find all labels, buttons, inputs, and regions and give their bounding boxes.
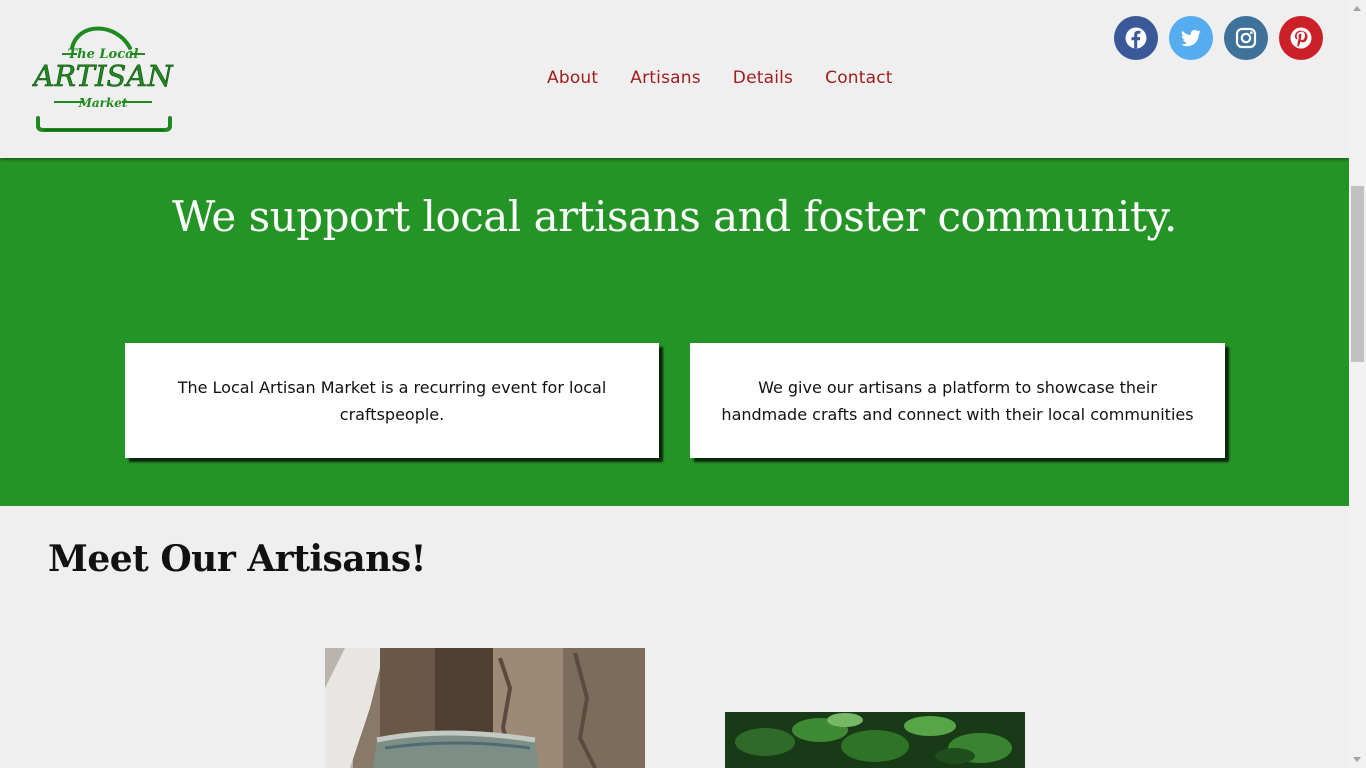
- logo-graphic: The Local ARTISAN Market: [30, 26, 175, 132]
- pinterest-icon[interactable]: [1279, 16, 1323, 60]
- scroll-up-arrow-icon[interactable]: [1353, 6, 1361, 11]
- info-card-text: We give our artisans a platform to showc…: [721, 377, 1194, 424]
- facebook-icon[interactable]: [1114, 16, 1158, 60]
- nav-artisans[interactable]: Artisans: [630, 68, 701, 88]
- logo-line3: Market: [78, 96, 128, 110]
- nav-contact[interactable]: Contact: [825, 68, 893, 88]
- twitter-glyph: [1180, 29, 1201, 47]
- info-card: We give our artisans a platform to showc…: [690, 343, 1225, 458]
- pinterest-glyph: [1290, 27, 1312, 49]
- site-header: The Local ARTISAN Market About Artisans …: [0, 0, 1349, 158]
- meet-artisans-title: Meet Our Artisans!: [48, 538, 426, 580]
- instagram-glyph: [1235, 27, 1257, 49]
- info-card: The Local Artisan Market is a recurring …: [125, 343, 659, 458]
- social-links: [1114, 16, 1323, 60]
- facebook-glyph: [1125, 27, 1147, 49]
- instagram-icon[interactable]: [1224, 16, 1268, 60]
- main-nav: About Artisans Details Contact: [547, 68, 893, 88]
- nav-about[interactable]: About: [547, 68, 598, 88]
- hero-title: We support local artisans and foster com…: [172, 192, 1177, 241]
- scroll-down-arrow-icon[interactable]: [1353, 757, 1361, 762]
- nav-details[interactable]: Details: [733, 68, 793, 88]
- plants-image: [725, 712, 1025, 768]
- page: The Local ARTISAN Market About Artisans …: [0, 0, 1349, 768]
- logo-line2: ARTISAN: [32, 59, 174, 93]
- vertical-scrollbar[interactable]: [1349, 0, 1366, 768]
- scrollbar-thumb[interactable]: [1351, 186, 1364, 362]
- artisan-photo-plants[interactable]: [725, 712, 1025, 768]
- hero-section: We support local artisans and foster com…: [0, 158, 1349, 506]
- logo[interactable]: The Local ARTISAN Market: [30, 14, 177, 136]
- pottery-image: [325, 648, 645, 768]
- info-card-text: The Local Artisan Market is a recurring …: [177, 377, 607, 424]
- twitter-icon[interactable]: [1169, 16, 1213, 60]
- artisan-photo-pottery[interactable]: [325, 648, 645, 768]
